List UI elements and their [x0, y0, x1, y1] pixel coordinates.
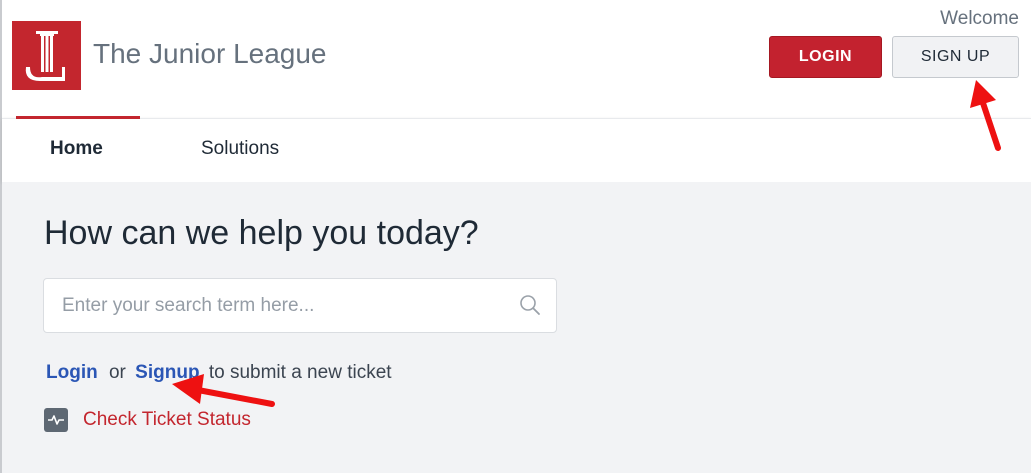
annotation-arrow-icon: [172, 374, 275, 407]
column-logo-icon: [25, 31, 65, 81]
junior-league-logo[interactable]: [12, 21, 81, 90]
search-icon[interactable]: [518, 293, 542, 317]
page-title: How can we help you today?: [44, 214, 479, 252]
annotation-arrow-icon: [970, 80, 1001, 151]
search-input[interactable]: [44, 279, 504, 332]
signup-button[interactable]: SIGN UP: [892, 36, 1019, 78]
active-tab-indicator: [16, 116, 140, 119]
brand-name: The Junior League: [93, 38, 327, 69]
search-box: [43, 278, 557, 333]
tab-home[interactable]: Home: [50, 138, 103, 160]
or-text: or: [108, 362, 126, 383]
site-header: The Junior League Welcome LOGIN SIGN UP: [2, 0, 1031, 118]
main-nav: Home Solutions: [2, 116, 1031, 182]
welcome-text: Welcome: [940, 8, 1019, 29]
login-link[interactable]: Login: [46, 362, 98, 383]
main-content: How can we help you today? Login or Sign…: [2, 182, 1031, 473]
pulse-icon: [44, 408, 68, 432]
check-status-row: Check Ticket Status: [44, 408, 251, 432]
check-ticket-status-link[interactable]: Check Ticket Status: [83, 409, 251, 431]
tab-solutions[interactable]: Solutions: [201, 138, 279, 160]
login-button[interactable]: LOGIN: [769, 36, 882, 78]
